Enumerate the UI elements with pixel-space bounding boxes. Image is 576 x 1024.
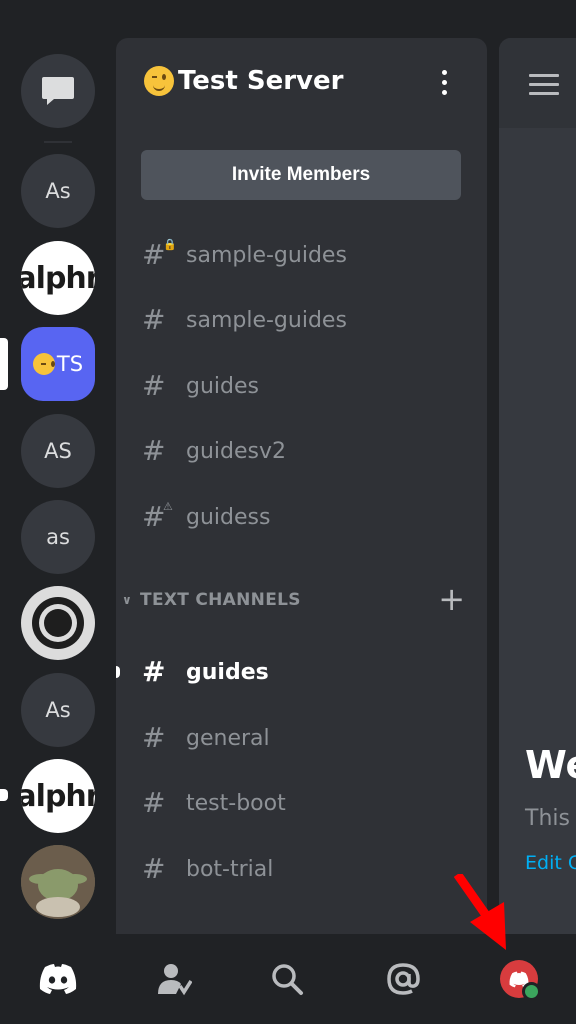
chat-area: We This Edit C <box>499 38 576 934</box>
discord-logo-icon <box>39 964 77 994</box>
server-initials: as <box>46 525 70 549</box>
online-status-indicator <box>522 982 541 1001</box>
channel-name: sample-guides <box>186 242 347 268</box>
server-icon[interactable]: As <box>21 154 95 228</box>
chevron-down-icon: ∨ <box>122 593 133 607</box>
channel-item[interactable]: # general <box>142 718 270 758</box>
edit-channel-link[interactable]: Edit C <box>525 852 576 874</box>
mentions-tab[interactable] <box>380 956 426 1002</box>
hash-icon: # <box>142 434 166 467</box>
unread-channel-indicator <box>116 666 120 678</box>
channel-item-active[interactable]: # guides <box>142 652 269 692</box>
server-logo-text: alphr <box>21 778 95 814</box>
locked-hash-icon: # 🔒 <box>142 238 177 271</box>
menu-icon[interactable] <box>529 74 559 101</box>
channel-name: guidess <box>186 504 271 530</box>
search-tab[interactable] <box>264 956 310 1002</box>
server-title[interactable]: Test Server <box>144 66 343 96</box>
channel-item[interactable]: # sample-guides <box>142 300 347 340</box>
unread-server-indicator <box>0 789 8 801</box>
hash-icon: # <box>142 303 166 336</box>
hash-icon: # <box>142 655 166 688</box>
yoda-avatar-icon <box>21 845 95 919</box>
server-initials: AS <box>44 439 72 463</box>
server-rail: As alphr TS AS as As alphr <box>0 0 116 934</box>
profile-tab[interactable] <box>496 956 542 1002</box>
channel-name: guidesv2 <box>186 438 286 464</box>
server-initials: TS <box>56 352 84 376</box>
category-label: TEXT CHANNELS <box>140 590 301 610</box>
invite-members-button[interactable]: Invite Members <box>141 150 461 200</box>
hash-icon: # <box>142 369 166 402</box>
active-server-indicator <box>0 338 8 390</box>
wink-emoji-icon <box>144 66 174 96</box>
server-icon[interactable]: AS <box>21 414 95 488</box>
wink-emoji-icon <box>32 353 55 375</box>
channel-name: guides <box>186 373 259 399</box>
server-icon[interactable] <box>21 586 95 660</box>
chat-bubble-icon <box>42 77 74 105</box>
channel-name: sample-guides <box>186 307 347 333</box>
search-icon <box>272 964 303 995</box>
server-logo-text: alphr <box>21 260 95 296</box>
server-icon[interactable]: alphr <box>21 241 95 315</box>
friends-tab[interactable] <box>150 956 196 1002</box>
channel-item[interactable]: # bot-trial <box>142 849 273 889</box>
category-header[interactable]: ∨ TEXT CHANNELS <box>122 590 301 610</box>
friends-icon <box>158 964 192 996</box>
rail-separator <box>44 141 72 143</box>
channel-name: guides <box>186 659 269 685</box>
channel-name: bot-trial <box>186 856 274 882</box>
channel-name: test-boot <box>186 790 286 816</box>
welcome-heading: We <box>525 743 576 787</box>
server-initials: As <box>45 179 71 203</box>
more-options-icon[interactable] <box>439 70 449 98</box>
server-icon[interactable]: as <box>21 500 95 574</box>
welcome-text: This <box>525 806 570 831</box>
server-icon[interactable]: As <box>21 673 95 747</box>
server-name-label: Test Server <box>178 66 344 96</box>
channel-item[interactable]: # guidesv2 <box>142 431 286 471</box>
add-channel-icon[interactable]: + <box>438 583 465 615</box>
annotation-arrow-icon <box>454 874 506 950</box>
hash-icon: # <box>142 721 166 754</box>
channel-name: general <box>186 725 270 751</box>
hash-icon: # <box>142 786 166 819</box>
warning-hash-icon: # ⚠ <box>142 500 173 533</box>
channel-item[interactable]: # ⚠ guidess <box>142 497 270 537</box>
channel-panel: Test Server Invite Members # 🔒 sample-gui… <box>116 38 487 934</box>
hash-icon: # <box>142 852 166 885</box>
chat-header <box>499 38 576 128</box>
server-icon-active[interactable]: TS <box>21 327 95 401</box>
server-icon[interactable] <box>21 845 95 919</box>
home-tab[interactable] <box>35 956 81 1002</box>
server-icon[interactable]: alphr <box>21 759 95 833</box>
at-sign-icon <box>387 963 420 995</box>
ring-logo-icon <box>32 597 84 649</box>
server-initials: As <box>45 698 71 722</box>
avatar <box>500 960 541 1001</box>
direct-messages-button[interactable] <box>21 54 95 128</box>
channel-item[interactable]: # 🔒 sample-guides <box>142 235 347 275</box>
channel-item[interactable]: # guides <box>142 366 259 406</box>
channel-item[interactable]: # test-boot <box>142 783 286 823</box>
